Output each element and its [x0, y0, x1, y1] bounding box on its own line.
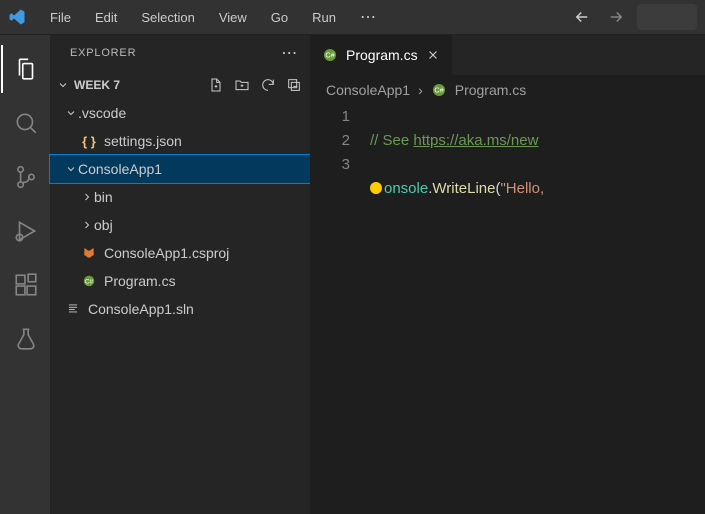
breadcrumb-separator-icon: ›	[418, 82, 423, 98]
menu-edit[interactable]: Edit	[85, 6, 127, 29]
menu-run[interactable]: Run	[302, 6, 346, 29]
code-type: onsole	[384, 180, 428, 197]
close-tab-icon[interactable]	[426, 48, 440, 62]
code-string: "Hello,	[500, 180, 544, 197]
refresh-icon[interactable]	[260, 77, 276, 93]
file-tree: .vscode { } settings.json ConsoleApp1 bi…	[50, 99, 310, 323]
breadcrumb-folder[interactable]: ConsoleApp1	[326, 82, 410, 98]
xml-file-icon	[80, 246, 98, 260]
nav-back-icon[interactable]	[569, 6, 595, 28]
workspace-name: WEEK 7	[74, 78, 208, 92]
file-label: settings.json	[104, 133, 182, 149]
activity-run-debug-icon[interactable]	[1, 207, 49, 255]
chevron-right-icon	[80, 191, 94, 203]
file-label: ConsoleApp1.csproj	[104, 245, 229, 261]
folder-label: bin	[94, 189, 113, 205]
csharp-file-icon: C#	[431, 82, 447, 98]
code-lines[interactable]: // See https://aka.ms/new onsole.WriteLi…	[370, 105, 705, 514]
menu-more-icon[interactable]: ⋯	[350, 7, 386, 27]
sidebar-more-icon[interactable]: ⋯	[281, 43, 298, 63]
nav-forward-icon[interactable]	[603, 6, 629, 28]
sidebar: EXPLORER ⋯ WEEK 7 .vscode { } settings.j	[50, 35, 310, 514]
file-label: ConsoleApp1.sln	[88, 301, 194, 317]
menu-view[interactable]: View	[209, 6, 257, 29]
menu-selection[interactable]: Selection	[131, 6, 204, 29]
tree-file-settings-json[interactable]: { } settings.json	[50, 127, 310, 155]
breadcrumb[interactable]: ConsoleApp1 › C# Program.cs	[310, 75, 705, 105]
code-method: WriteLine	[432, 180, 495, 197]
tree-file-sln[interactable]: ConsoleApp1.sln	[50, 295, 310, 323]
tab-program-cs[interactable]: C# Program.cs	[310, 35, 453, 75]
tree-file-csproj[interactable]: ConsoleApp1.csproj	[50, 239, 310, 267]
editor-area: C# Program.cs ConsoleApp1 › C# Program.c…	[310, 35, 705, 514]
chevron-down-icon	[64, 107, 78, 119]
line-number: 3	[310, 153, 350, 177]
folder-label: obj	[94, 217, 113, 233]
code-comment: // See	[370, 132, 413, 149]
new-folder-icon[interactable]	[234, 77, 250, 93]
main-layout: EXPLORER ⋯ WEEK 7 .vscode { } settings.j	[0, 35, 705, 514]
activity-testing-icon[interactable]	[1, 315, 49, 363]
activity-search-icon[interactable]	[1, 99, 49, 147]
activity-extensions-icon[interactable]	[1, 261, 49, 309]
folder-label: .vscode	[78, 105, 126, 121]
csharp-file-icon: C#	[80, 274, 98, 288]
line-number: 1	[310, 105, 350, 129]
editor-tabs: C# Program.cs	[310, 35, 705, 75]
activity-source-control-icon[interactable]	[1, 153, 49, 201]
workspace-toolbar	[208, 77, 302, 93]
tab-label: Program.cs	[346, 47, 418, 63]
csharp-file-icon: C#	[322, 47, 338, 63]
nav-area	[569, 4, 697, 30]
svg-text:C#: C#	[325, 51, 335, 60]
sidebar-title: EXPLORER	[70, 47, 136, 59]
sidebar-header: EXPLORER ⋯	[50, 35, 310, 71]
svg-text:C#: C#	[434, 86, 444, 95]
line-number: 2	[310, 129, 350, 153]
workspace-header[interactable]: WEEK 7	[50, 71, 310, 99]
file-label: Program.cs	[104, 273, 176, 289]
chevron-right-icon	[80, 219, 94, 231]
json-file-icon: { }	[80, 134, 98, 149]
sln-file-icon	[64, 302, 82, 316]
code-editor[interactable]: 1 2 3 // See https://aka.ms/new onsole.W…	[310, 105, 705, 514]
vscode-logo-icon	[8, 8, 26, 26]
lightbulb-icon[interactable]	[370, 182, 382, 194]
chevron-down-icon	[56, 79, 70, 91]
activity-bar	[0, 35, 50, 514]
code-link[interactable]: https://aka.ms/new	[413, 132, 538, 149]
chevron-down-icon	[64, 163, 78, 175]
svg-text:C#: C#	[85, 278, 94, 285]
tree-folder-consoleapp1[interactable]: ConsoleApp1	[50, 155, 310, 183]
breadcrumb-file[interactable]: Program.cs	[455, 82, 527, 98]
line-gutter: 1 2 3	[310, 105, 370, 514]
tree-folder-bin[interactable]: bin	[50, 183, 310, 211]
collapse-all-icon[interactable]	[286, 77, 302, 93]
menu-go[interactable]: Go	[261, 6, 298, 29]
menubar: File Edit Selection View Go Run ⋯	[0, 0, 705, 35]
tree-file-program-cs[interactable]: C# Program.cs	[50, 267, 310, 295]
activity-explorer-icon[interactable]	[1, 45, 49, 93]
menu-file[interactable]: File	[40, 6, 81, 29]
new-file-icon[interactable]	[208, 77, 224, 93]
folder-label: ConsoleApp1	[78, 161, 162, 177]
command-center-search[interactable]	[637, 4, 697, 30]
tree-folder-vscode[interactable]: .vscode	[50, 99, 310, 127]
tree-folder-obj[interactable]: obj	[50, 211, 310, 239]
